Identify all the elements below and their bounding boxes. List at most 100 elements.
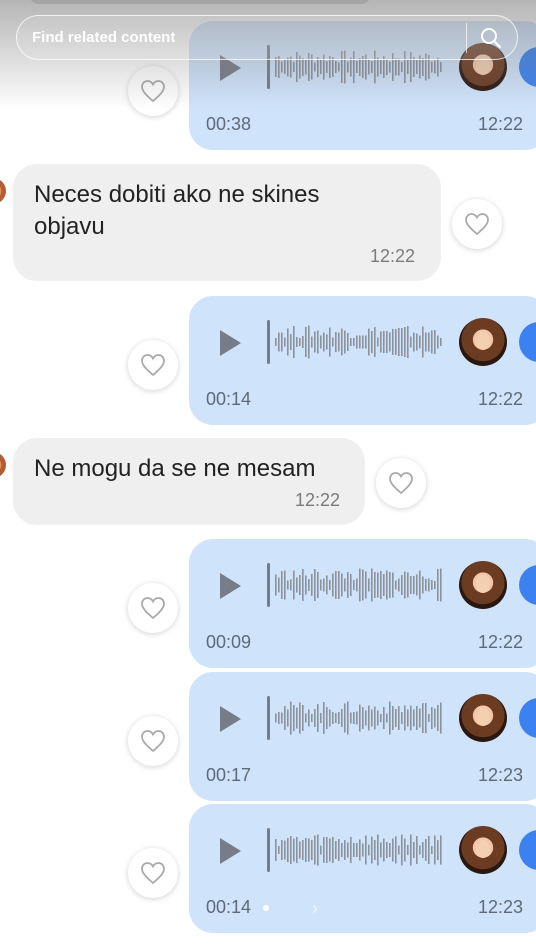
waveform-bar <box>329 838 331 862</box>
play-icon[interactable] <box>217 704 243 734</box>
waveform-bar <box>422 842 424 858</box>
waveform-bar <box>404 705 406 731</box>
waveform-bar <box>311 574 313 596</box>
waveform-bar <box>284 337 286 347</box>
waveform-bar <box>434 60 436 74</box>
waveform-bar <box>293 570 295 600</box>
like-button[interactable] <box>128 66 178 116</box>
waveform-bar <box>293 62 295 72</box>
waveform-bar <box>338 332 340 352</box>
waveform-bar <box>440 835 442 865</box>
waveform-bar <box>368 328 370 356</box>
waveform-bar <box>425 703 427 733</box>
waveform-bar <box>347 842 349 858</box>
like-button[interactable] <box>376 458 426 508</box>
text-message[interactable]: Ne mogu da se ne mesam 12:22 <box>13 438 365 525</box>
waveform-bar <box>434 708 436 728</box>
waveform-bar <box>332 573 334 597</box>
waveform-bar <box>293 326 295 358</box>
waveform-bar <box>428 836 430 864</box>
waveform-bar <box>398 845 400 855</box>
like-button[interactable] <box>128 848 178 898</box>
waveform-bar <box>386 59 388 75</box>
waveform-bar <box>398 58 400 76</box>
waveform-bar <box>353 338 355 346</box>
waveform-bar <box>287 580 289 590</box>
waveform[interactable] <box>275 832 443 868</box>
waveform-bar <box>374 327 376 357</box>
like-button[interactable] <box>128 340 178 390</box>
waveform-bar <box>404 571 406 599</box>
sender-badge <box>519 565 536 605</box>
waveform-bar <box>371 61 373 73</box>
waveform-bar <box>383 574 385 596</box>
waveform-bar <box>410 834 412 866</box>
playback-scrubber[interactable] <box>267 320 270 364</box>
search-icon[interactable] <box>479 26 503 50</box>
waveform-bar <box>275 338 277 346</box>
waveform-bar <box>413 57 415 77</box>
waveform-bar <box>353 580 355 590</box>
waveform[interactable] <box>275 700 443 736</box>
avatar <box>0 178 6 204</box>
waveform-bar <box>389 61 391 73</box>
waveform[interactable] <box>275 567 443 603</box>
waveform-bar <box>431 580 433 590</box>
waveform-bar <box>419 570 421 600</box>
waveform-bar <box>395 580 397 590</box>
play-icon[interactable] <box>217 836 243 866</box>
waveform-bar <box>305 327 307 357</box>
avatar <box>459 318 507 366</box>
avatar <box>459 826 507 874</box>
waveform-bar <box>407 709 409 727</box>
waveform-bar <box>425 579 427 591</box>
waveform-bar <box>422 58 424 76</box>
waveform-bar <box>407 326 409 358</box>
waveform-bar <box>290 836 292 864</box>
waveform-bar <box>401 328 403 356</box>
waveform-bar <box>383 838 385 862</box>
voice-message[interactable]: 00:09 12:22 <box>189 539 536 668</box>
search-bar[interactable]: Find related content <box>16 15 518 60</box>
waveform-bar <box>416 836 418 864</box>
playback-scrubber[interactable] <box>267 828 270 872</box>
voice-message[interactable]: 00:14 12:22 <box>189 296 536 425</box>
waveform-bar <box>287 838 289 862</box>
waveform-bar <box>428 332 430 352</box>
waveform-bar <box>401 712 403 724</box>
waveform-bar <box>383 707 385 729</box>
waveform-bar <box>275 713 277 723</box>
waveform-bar <box>317 330 319 354</box>
waveform-bar <box>431 707 433 729</box>
heart-icon <box>141 862 165 885</box>
like-button[interactable] <box>128 583 178 633</box>
waveform-bar <box>350 574 352 596</box>
playback-scrubber[interactable] <box>267 696 270 740</box>
text-message[interactable]: Neces dobiti ako ne skines objavu 12:22 <box>13 164 441 281</box>
play-icon[interactable] <box>217 571 243 601</box>
waveform-bar <box>377 834 379 866</box>
waveform-bar <box>356 711 358 725</box>
waveform-bar <box>347 333 349 351</box>
waveform-bar <box>296 337 298 347</box>
voice-message[interactable]: 00:14 12:23 <box>189 804 536 933</box>
waveform-bar <box>362 843 364 857</box>
play-icon[interactable] <box>217 328 243 358</box>
waveform-bar <box>278 846 280 854</box>
waveform-bar <box>362 569 364 601</box>
waveform-bar <box>434 581 436 589</box>
like-button[interactable] <box>452 199 502 249</box>
waveform-bar <box>395 329 397 355</box>
waveform-bar <box>326 61 328 73</box>
sender-badge <box>519 830 536 870</box>
waveform-bar <box>302 336 304 348</box>
waveform-bar <box>293 705 295 731</box>
waveform-bar <box>311 336 313 348</box>
playback-scrubber[interactable] <box>267 563 270 607</box>
waveform-bar <box>359 568 361 602</box>
waveform[interactable] <box>275 324 443 360</box>
waveform-bar <box>419 845 421 855</box>
voice-message[interactable]: 00:17 12:23 <box>189 672 536 801</box>
like-button[interactable] <box>128 716 178 766</box>
voice-duration: 00:09 <box>206 632 252 652</box>
